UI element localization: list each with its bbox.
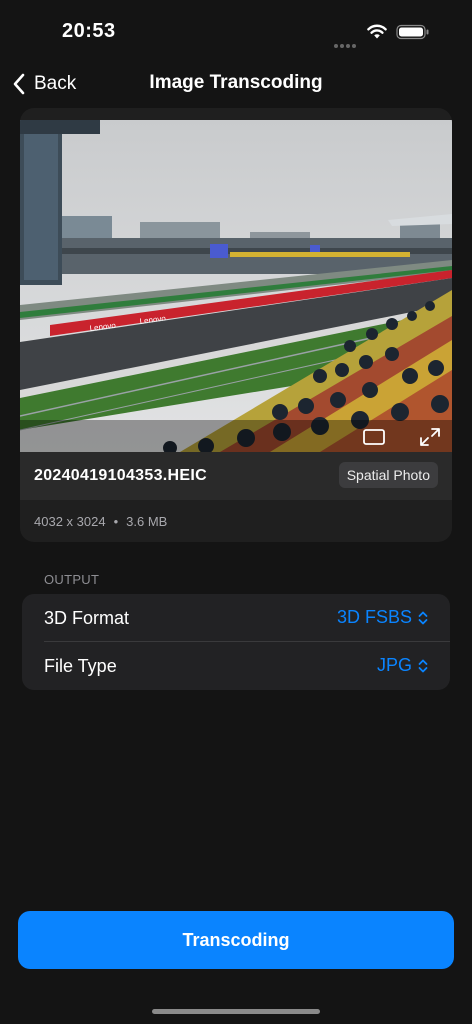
output-section-header: OUTPUT xyxy=(44,572,100,587)
navigation-bar: Back Image Transcoding xyxy=(0,64,472,104)
expand-icon[interactable] xyxy=(418,427,442,447)
format-label: 3D Format xyxy=(44,608,130,628)
media-card: Lenovo Lenovo 20240419104353.HEIC Spatia… xyxy=(20,108,452,542)
resolution: 4032 x 3024 xyxy=(34,514,106,529)
wifi-icon xyxy=(367,24,387,39)
cellular-icon xyxy=(334,35,360,48)
status-time: 20:53 xyxy=(62,20,116,42)
status-bar: 20:53 xyxy=(0,0,472,64)
separator: • xyxy=(113,514,119,529)
transcoding-button[interactable]: Transcoding xyxy=(18,911,454,969)
file-info-row: 20240419104353.HEIC Spatial Photo xyxy=(20,452,452,500)
format-value: 3D FSBS xyxy=(336,607,412,627)
chevron-up-down-icon xyxy=(418,611,428,624)
photo-preview[interactable]: Lenovo Lenovo xyxy=(20,120,452,452)
file-type-row[interactable]: File Type JPG xyxy=(22,642,450,690)
chevron-up-down-icon xyxy=(418,659,428,672)
file-type-label: File Type xyxy=(44,656,117,676)
battery-icon xyxy=(396,24,429,40)
file-type-picker[interactable]: JPG xyxy=(377,655,428,676)
file-name: 20240419104353.HEIC xyxy=(34,467,207,484)
home-indicator xyxy=(152,1009,320,1014)
file-metadata: 4032 x 3024 • 3.6 MB xyxy=(34,514,167,529)
spatial-photo-badge: Spatial Photo xyxy=(338,462,438,488)
output-settings-group: 3D Format 3D FSBS File Type JPG xyxy=(22,594,450,690)
race-track-photo: Lenovo Lenovo xyxy=(20,120,452,452)
file-type-value: JPG xyxy=(376,655,412,675)
rectangle-icon[interactable] xyxy=(362,427,386,447)
format-picker[interactable]: 3D FSBS xyxy=(337,607,428,628)
format-row[interactable]: 3D Format 3D FSBS xyxy=(22,594,450,642)
file-size: 3.6 MB xyxy=(126,514,168,529)
page-title: Image Transcoding xyxy=(149,72,323,93)
